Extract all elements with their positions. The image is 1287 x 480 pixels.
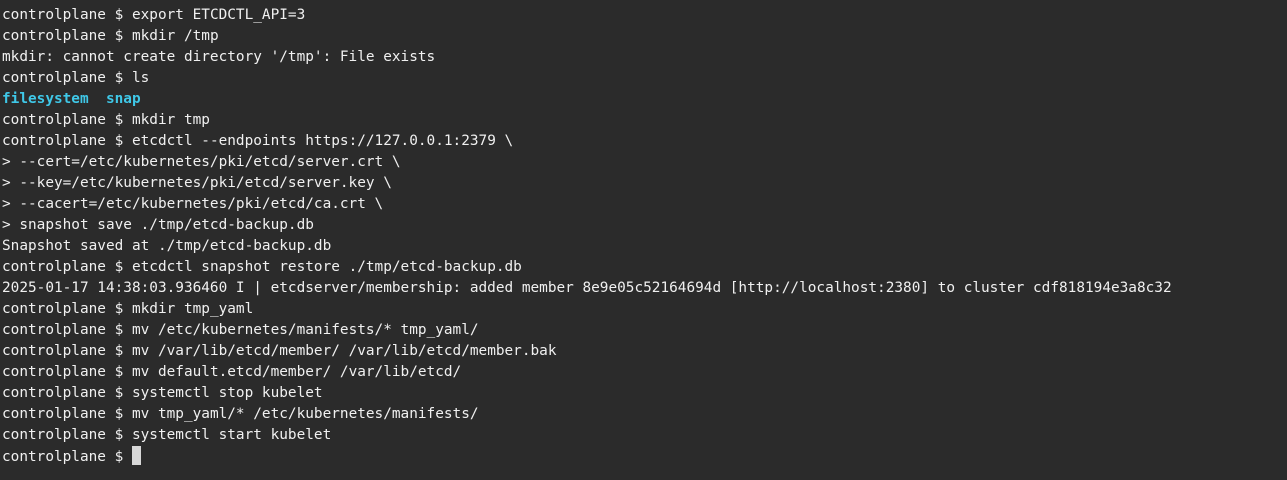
command-line: controlplane $ export ETCDCTL_API=3 — [2, 5, 1287, 26]
directory-entry: filesystem — [2, 91, 89, 107]
command-line: controlplane $ mv /var/lib/etcd/member/ … — [2, 341, 1287, 362]
current-prompt-line: controlplane $ — [2, 446, 1287, 467]
output-text: > --cert=/etc/kubernetes/pki/etcd/server… — [2, 154, 401, 170]
command-text: mv default.etcd/member/ /var/lib/etcd/ — [131, 364, 462, 380]
terminal-window[interactable]: controlplane $ export ETCDCTL_API=3 contr… — [0, 0, 1287, 480]
command-line: controlplane $ etcdctl snapshot restore … — [2, 257, 1287, 278]
output-line: > --key=/etc/kubernetes/pki/etcd/server.… — [2, 173, 1287, 194]
command-line: controlplane $ systemctl stop kubelet — [2, 383, 1287, 404]
shell-prompt: controlplane $ — [2, 449, 132, 465]
output-text: > --key=/etc/kubernetes/pki/etcd/server.… — [2, 175, 392, 191]
command-line: controlplane $ mv tmp_yaml/* /etc/kubern… — [2, 404, 1287, 425]
command-text: mv /etc/kubernetes/manifests/* tmp_yaml/ — [131, 322, 479, 338]
command-line: controlplane $ mv /etc/kubernetes/manife… — [2, 320, 1287, 341]
command-line: controlplane $ etcdctl --endpoints https… — [2, 131, 1287, 152]
output-line: Snapshot saved at ./tmp/etcd-backup.db — [2, 236, 1287, 257]
command-text: mkdir tmp — [131, 112, 210, 128]
command-line: controlplane $ systemctl start kubelet — [2, 425, 1287, 446]
text-cursor — [131, 446, 141, 465]
command-text: etcdctl snapshot restore ./tmp/etcd-back… — [131, 259, 522, 275]
shell-prompt: controlplane $ — [2, 70, 132, 86]
command-text: systemctl start kubelet — [131, 427, 332, 443]
shell-prompt: controlplane $ — [2, 301, 132, 317]
command-text: export ETCDCTL_API=3 — [131, 7, 306, 23]
output-text: > snapshot save ./tmp/etcd-backup.db — [2, 217, 314, 233]
shell-prompt: controlplane $ — [2, 112, 132, 128]
output-text: > --cacert=/etc/kubernetes/pki/etcd/ca.c… — [2, 196, 384, 212]
output-line: mkdir: cannot create directory '/tmp': F… — [2, 47, 1287, 68]
shell-prompt: controlplane $ — [2, 133, 132, 149]
output-line: > --cert=/etc/kubernetes/pki/etcd/server… — [2, 152, 1287, 173]
shell-prompt: controlplane $ — [2, 259, 132, 275]
command-text: mv /var/lib/etcd/member/ /var/lib/etcd/m… — [131, 343, 557, 359]
command-text: mv tmp_yaml/* /etc/kubernetes/manifests/ — [131, 406, 479, 422]
shell-prompt: controlplane $ — [2, 322, 132, 338]
shell-prompt: controlplane $ — [2, 406, 132, 422]
command-line: controlplane $ mv default.etcd/member/ /… — [2, 362, 1287, 383]
output-text: 2025-01-17 14:38:03.936460 I | etcdserve… — [2, 280, 1172, 296]
output-line: > snapshot save ./tmp/etcd-backup.db — [2, 215, 1287, 236]
output-line: 2025-01-17 14:38:03.936460 I | etcdserve… — [2, 278, 1287, 299]
output-text: Snapshot saved at ./tmp/etcd-backup.db — [2, 238, 332, 254]
command-text: etcdctl --endpoints https://127.0.0.1:23… — [131, 133, 514, 149]
shell-prompt: controlplane $ — [2, 7, 132, 23]
shell-prompt: controlplane $ — [2, 427, 132, 443]
command-text: mkdir tmp_yaml — [131, 301, 254, 317]
command-text: systemctl stop kubelet — [131, 385, 323, 401]
shell-prompt: controlplane $ — [2, 343, 132, 359]
output-text: mkdir: cannot create directory '/tmp': F… — [2, 49, 436, 65]
command-line: controlplane $ mkdir tmp — [2, 110, 1287, 131]
shell-prompt: controlplane $ — [2, 385, 132, 401]
output-line: > --cacert=/etc/kubernetes/pki/etcd/ca.c… — [2, 194, 1287, 215]
ls-output-line: filesystem snap — [2, 89, 1287, 110]
shell-prompt: controlplane $ — [2, 28, 132, 44]
shell-prompt: controlplane $ — [2, 364, 132, 380]
command-line: controlplane $ ls — [2, 68, 1287, 89]
directory-entry: snap — [105, 91, 141, 107]
command-line: controlplane $ mkdir /tmp — [2, 26, 1287, 47]
command-line: controlplane $ mkdir tmp_yaml — [2, 299, 1287, 320]
command-text: ls — [131, 70, 150, 86]
command-text: mkdir /tmp — [131, 28, 219, 44]
